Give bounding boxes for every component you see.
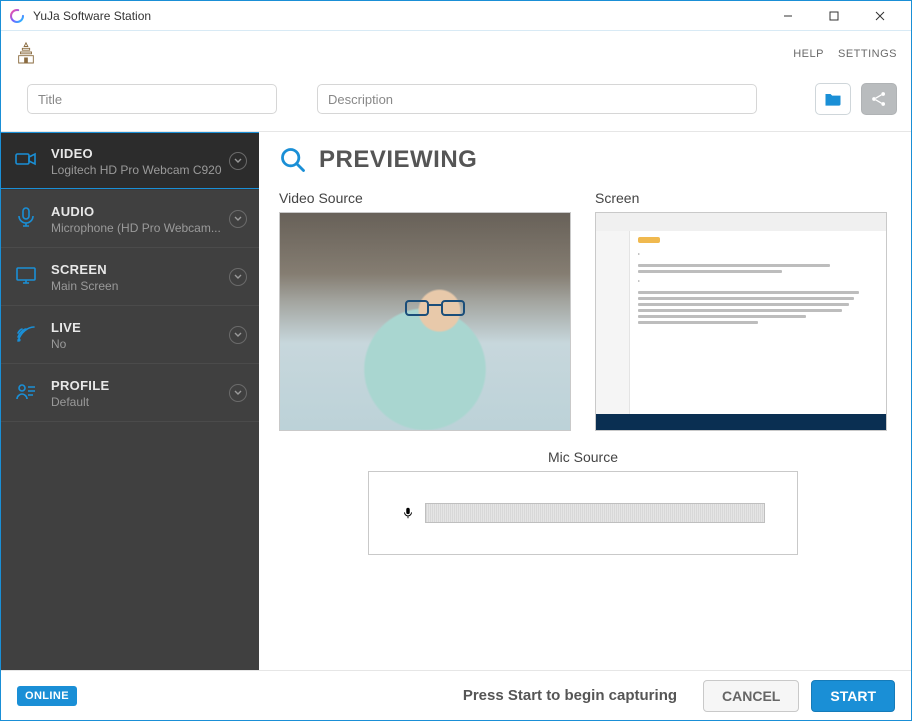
start-button[interactable]: START (811, 680, 895, 712)
screen-preview: · · (595, 212, 887, 431)
webcam-subject-placeholder (405, 300, 465, 318)
minimize-button[interactable] (765, 1, 811, 31)
sidebar-item-label: AUDIO (51, 204, 245, 219)
sidebar-item-label: PROFILE (51, 378, 245, 393)
chevron-down-icon[interactable] (229, 384, 247, 402)
chevron-down-icon[interactable] (229, 152, 247, 170)
magnifier-icon (279, 146, 307, 174)
monitor-icon (13, 262, 39, 288)
video-source-preview (279, 212, 571, 431)
mic-icon (401, 506, 415, 520)
mic-preview-area: Mic Source (279, 449, 887, 555)
preview-panel: PREVIEWING Video Source Screen (259, 132, 911, 670)
organization-logo-icon (15, 41, 37, 67)
video-camera-icon (13, 146, 39, 172)
screen-preview-column: Screen · · (595, 190, 887, 431)
sidebar-item-sub: Default (51, 395, 245, 409)
sidebar-item-label: LIVE (51, 320, 245, 335)
app-logo-icon (9, 8, 25, 24)
sidebar-item-label: VIDEO (51, 146, 245, 161)
sidebar-item-sub: Logitech HD Pro Webcam C920 (51, 163, 245, 177)
profile-icon (13, 378, 39, 404)
mic-level-meter (425, 503, 765, 523)
video-source-label: Video Source (279, 190, 571, 206)
mic-source-label: Mic Source (548, 449, 618, 465)
chevron-down-icon[interactable] (229, 268, 247, 286)
start-button-label: START (830, 688, 876, 704)
chevron-down-icon[interactable] (229, 326, 247, 344)
app-footer: ONLINE Press Start to begin capturing CA… (1, 670, 911, 720)
share-button[interactable] (861, 83, 897, 115)
microphone-icon (13, 204, 39, 230)
folder-button[interactable] (815, 83, 851, 115)
close-button[interactable] (857, 1, 903, 31)
title-input[interactable] (27, 84, 277, 114)
help-link[interactable]: HELP (793, 48, 824, 60)
sidebar-item-video[interactable]: VIDEO Logitech HD Pro Webcam C920 (1, 132, 259, 190)
chevron-down-icon[interactable] (229, 210, 247, 228)
cancel-button[interactable]: CANCEL (703, 680, 799, 712)
mic-source-preview (368, 471, 798, 555)
sidebar-item-sub: No (51, 337, 245, 351)
title-bar: YuJa Software Station (1, 1, 911, 31)
preview-grid: Video Source Screen · (279, 190, 887, 431)
sidebar-item-live[interactable]: LIVE No (1, 306, 259, 364)
preview-header: PREVIEWING (279, 146, 887, 174)
app-body: VIDEO Logitech HD Pro Webcam C920 AUDIO … (1, 131, 911, 670)
sidebar-item-audio[interactable]: AUDIO Microphone (HD Pro Webcam... (1, 190, 259, 248)
settings-link[interactable]: SETTINGS (838, 48, 897, 60)
broadcast-icon (13, 320, 39, 346)
source-sidebar: VIDEO Logitech HD Pro Webcam C920 AUDIO … (1, 132, 259, 670)
status-badge: ONLINE (17, 686, 77, 706)
maximize-button[interactable] (811, 1, 857, 31)
app-window: YuJa Software Station HELP SETTINGS (0, 0, 912, 721)
sidebar-item-screen[interactable]: SCREEN Main Screen (1, 248, 259, 306)
screen-label: Screen (595, 190, 887, 206)
window-title: YuJa Software Station (33, 9, 151, 23)
sidebar-item-sub: Main Screen (51, 279, 245, 293)
video-preview-column: Video Source (279, 190, 571, 431)
preview-heading: PREVIEWING (319, 146, 477, 174)
sidebar-item-profile[interactable]: PROFILE Default (1, 364, 259, 422)
description-input[interactable] (317, 84, 757, 114)
cancel-button-label: CANCEL (722, 688, 780, 704)
app-header: HELP SETTINGS (1, 31, 911, 77)
sidebar-item-label: SCREEN (51, 262, 245, 277)
sidebar-item-sub: Microphone (HD Pro Webcam... (51, 221, 245, 235)
metadata-row (1, 77, 911, 131)
footer-hint: Press Start to begin capturing (463, 687, 677, 704)
